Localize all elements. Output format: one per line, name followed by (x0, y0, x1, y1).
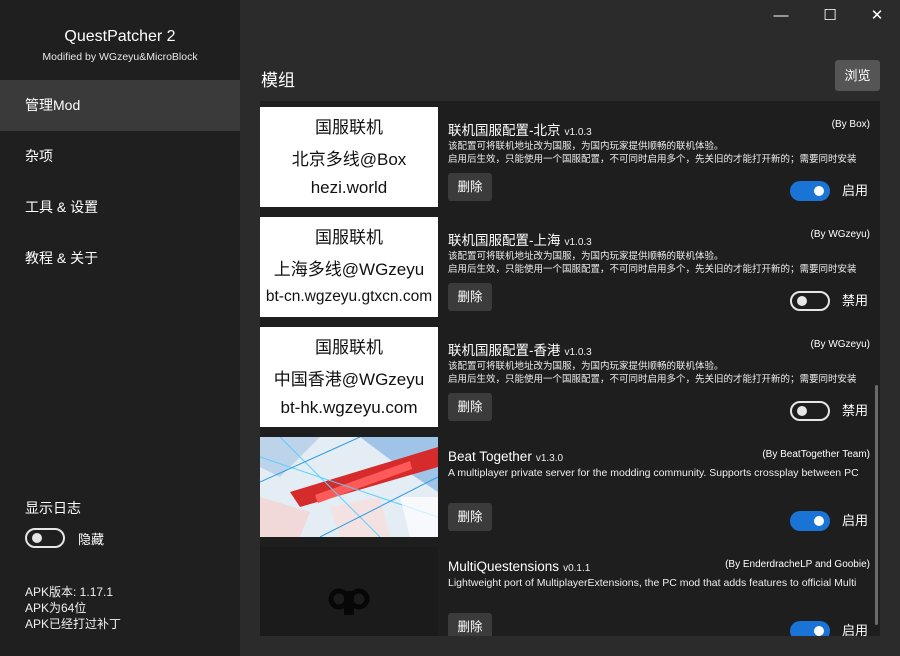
mod-thumbnail: 国服联机 上海多线@WGzeyu bt-cn.wgzeyu.gtxcn.com (260, 217, 438, 317)
mod-author: (By Box) (831, 119, 870, 130)
apk-version: APK版本: 1.17.1 (25, 585, 114, 599)
toggle-knob (814, 626, 824, 636)
mod-thumbnail: 国服联机 中国香港@WGzeyu bt-hk.wgzeyu.com (260, 327, 438, 427)
enable-toggle[interactable] (790, 181, 830, 201)
mod-author: (By WGzeyu) (810, 229, 870, 240)
mod-description: Lightweight port of MultiplayerExtension… (448, 577, 870, 590)
mod-version: v0.1.1 (563, 563, 591, 574)
app-subtitle: Modified by WGzeyu&MicroBlock (42, 51, 198, 63)
thumb-line: 上海多线@WGzeyu (273, 260, 425, 279)
show-log-toggle[interactable] (25, 528, 65, 548)
mod-author: (By EnderdracheLP and Goobie) (725, 559, 870, 570)
enable-toggle[interactable] (790, 401, 830, 421)
delete-button[interactable]: 删除 (448, 173, 492, 201)
toggle-knob (32, 533, 42, 543)
toggle-knob (814, 516, 824, 526)
sidebar: QuestPatcher 2 Modified by WGzeyu&MicroB… (0, 0, 240, 656)
browse-button[interactable]: 浏览 (835, 60, 880, 91)
beat-together-art (260, 437, 438, 537)
enable-toggle[interactable] (790, 291, 830, 311)
mod-name-text: 联机国服配置-香港 (448, 343, 561, 358)
mod-desc-line: 启用后生效，只能使用一个国服配置，不可同时启用多个，先关旧的才能打开新的；需要同… (448, 154, 857, 165)
mod-item: 国服联机 北京多线@Box hezi.world 联机国服配置-北京 v1.0.3… (260, 101, 880, 207)
mod-description: A multiplayer private server for the mod… (448, 467, 870, 480)
mod-desc-line: 该配置可将联机地址改为国服，为国内玩家提供顺畅的联机体验。 (448, 251, 724, 262)
show-log-state: 隐藏 (78, 532, 105, 547)
toggle-knob (797, 406, 807, 416)
close-icon[interactable]: ✕ (865, 4, 889, 28)
thumb-line: bt-hk.wgzeyu.com (280, 398, 418, 417)
toggle-knob (814, 186, 824, 196)
mod-desc-line: A multiplayer private server for the mod… (448, 467, 859, 479)
mod-list[interactable]: 国服联机 北京多线@Box hezi.world 联机国服配置-北京 v1.0.3… (260, 101, 880, 636)
mod-description: 该配置可将联机地址改为国服，为国内玩家提供顺畅的联机体验。 启用后生效，只能使用… (448, 140, 870, 166)
thumb-line: 北京多线@Box (291, 150, 407, 169)
mod-description: 该配置可将联机地址改为国服，为国内玩家提供顺畅的联机体验。 启用后生效，只能使用… (448, 360, 870, 386)
nav-item-tutorial-about[interactable]: 教程 & 关于 (0, 233, 240, 284)
mod-name: 联机国服配置-上海 v1.0.3 (448, 229, 592, 249)
mod-thumbnail-art (260, 437, 438, 537)
thumb-line: hezi.world (310, 178, 388, 197)
apk-info: APK版本: 1.17.1 APK为64位 APK已经打过补丁 (25, 584, 121, 632)
mod-name: Beat Together v1.3.0 (448, 449, 563, 464)
mod-item: MultiQuestensions v0.1.1 (By EnderdracheL… (260, 541, 880, 636)
mod-desc-line: 启用后生效，只能使用一个国服配置，不可同时启用多个，先关旧的才能打开新的；需要同… (448, 374, 857, 385)
mod-item: Beat Together v1.3.0 (By BeatTogether Tea… (260, 431, 880, 537)
list-scrollbar[interactable] (875, 385, 878, 625)
app-title: QuestPatcher 2 (64, 28, 176, 45)
mod-name: 联机国服配置-北京 v1.0.3 (448, 119, 592, 139)
enable-toggle[interactable] (790, 621, 830, 636)
mod-thumbnail: 国服联机 北京多线@Box hezi.world (260, 107, 438, 207)
mod-name-text: MultiQuestensions (448, 559, 560, 574)
mod-desc-line: 该配置可将联机地址改为国服，为国内玩家提供顺畅的联机体验。 (448, 141, 724, 152)
thumb-line: 国服联机 (315, 118, 383, 137)
mod-item: 国服联机 中国香港@WGzeyu bt-hk.wgzeyu.com 联机国服配置… (260, 321, 880, 427)
apk-arch: APK为64位 (25, 601, 87, 615)
mod-desc-line: Lightweight port of MultiplayerExtension… (448, 577, 857, 589)
enable-state: 启用 (842, 623, 869, 636)
delete-button[interactable]: 删除 (448, 613, 492, 636)
mod-name-text: 联机国服配置-北京 (448, 123, 561, 138)
nav-item-misc[interactable]: 杂项 (0, 131, 240, 182)
thumb-line: bt-cn.wgzeyu.gtxcn.com (265, 288, 433, 305)
page-title: 模组 (261, 71, 295, 90)
mod-desc-line: 启用后生效，只能使用一个国服配置，不可同时启用多个，先关旧的才能打开新的；需要同… (448, 264, 857, 275)
delete-button[interactable]: 删除 (448, 393, 492, 421)
mod-name: 联机国服配置-香港 v1.0.3 (448, 339, 592, 359)
show-log-label: 显示日志 (25, 500, 81, 516)
mod-description: 该配置可将联机地址改为国服，为国内玩家提供顺畅的联机体验。 启用后生效，只能使用… (448, 250, 870, 276)
mod-item: 国服联机 上海多线@WGzeyu bt-cn.wgzeyu.gtxcn.com … (260, 211, 880, 317)
mod-version: v1.0.3 (564, 347, 592, 358)
multiquestensions-logo-icon (328, 588, 370, 615)
toggle-knob (797, 296, 807, 306)
enable-toggle[interactable] (790, 511, 830, 531)
mod-version: v1.0.3 (564, 237, 592, 248)
delete-button[interactable]: 删除 (448, 503, 492, 531)
enable-state: 禁用 (842, 293, 869, 308)
enable-state: 启用 (842, 513, 869, 528)
maximize-icon[interactable]: ☐ (818, 4, 842, 28)
enable-state: 启用 (842, 183, 869, 198)
mod-author: (By BeatTogether Team) (762, 449, 870, 460)
thumb-line: 国服联机 (315, 338, 383, 357)
delete-button[interactable]: 删除 (448, 283, 492, 311)
minimize-icon[interactable]: — (769, 4, 793, 28)
mod-author: (By WGzeyu) (810, 339, 870, 350)
apk-patched: APK已经打过补丁 (25, 617, 122, 631)
thumb-line: 国服联机 (315, 228, 383, 247)
thumb-line: 中国香港@WGzeyu (273, 370, 425, 389)
mod-desc-line: 该配置可将联机地址改为国服，为国内玩家提供顺畅的联机体验。 (448, 361, 724, 372)
nav-menu: 管理Mod 杂项 工具 & 设置 教程 & 关于 (0, 80, 240, 284)
nav-item-manage-mods[interactable]: 管理Mod (0, 80, 240, 131)
nav-item-tools-settings[interactable]: 工具 & 设置 (0, 182, 240, 233)
mod-version: v1.3.0 (535, 453, 564, 464)
enable-state: 禁用 (842, 403, 869, 418)
mod-name-text: Beat Together (448, 449, 532, 464)
mod-name: MultiQuestensions v0.1.1 (448, 559, 590, 574)
mod-name-text: 联机国服配置-上海 (448, 233, 561, 248)
mod-version: v1.0.3 (564, 127, 592, 138)
mod-thumbnail-logo (260, 547, 438, 636)
